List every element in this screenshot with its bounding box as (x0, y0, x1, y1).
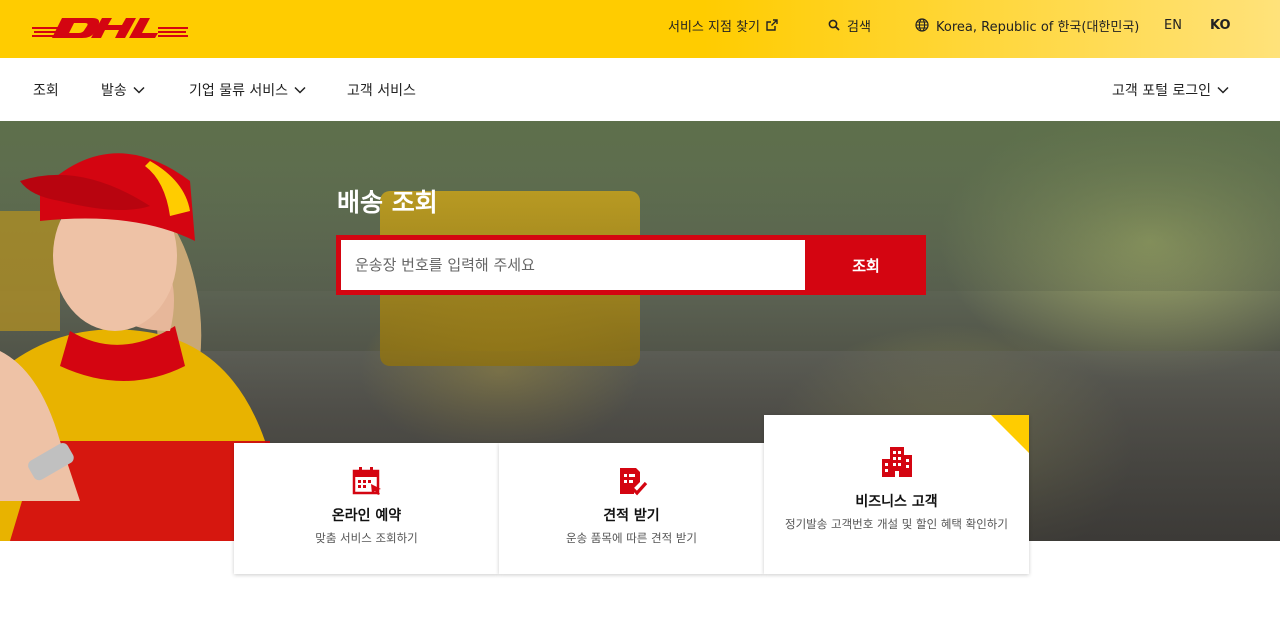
top-bar: 서비스 지점 찾기 검색 Korea, Republic of 한국(대한민국)… (0, 0, 1280, 58)
tracking-number-input[interactable] (341, 240, 805, 290)
globe-icon (915, 18, 929, 32)
nav-item-label: 조회 (33, 82, 59, 99)
card-subtitle: 운송 품목에 따른 견적 받기 (565, 531, 697, 545)
nav-item-ship[interactable]: 발송 (101, 58, 145, 121)
search-link[interactable]: 검색 (828, 0, 871, 50)
chevron-down-icon (1217, 86, 1229, 94)
lang-en-link[interactable]: EN (1164, 0, 1182, 50)
region-label: Korea, Republic of 한국(대한민국) (936, 19, 1140, 35)
card-subtitle: 정기발송 고객번호 개설 및 할인 혜택 확인하기 (785, 517, 1008, 531)
external-link-icon (766, 19, 778, 31)
nav-item-label: 기업 물류 서비스 (189, 82, 289, 99)
region-selector[interactable]: Korea, Republic of 한국(대한민국) (915, 0, 1139, 50)
calendar-icon (352, 467, 381, 495)
chevron-down-icon (133, 86, 145, 94)
card-business-customer[interactable]: 비즈니스 고객 정기발송 고객번호 개설 및 할인 혜택 확인하기 (764, 415, 1029, 574)
store-finder-link[interactable]: 서비스 지점 찾기 (668, 0, 778, 50)
nav-item-label: 고객 서비스 (347, 82, 416, 99)
card-highlight-corner (991, 415, 1029, 453)
portal-label: 고객 포털 로그인 (1112, 82, 1212, 99)
tracking-search-form: 조회 (336, 235, 926, 295)
main-nav: 조회 발송 기업 물류 서비스 고객 서비스 고객 포털 로그인 (0, 58, 1280, 121)
card-title: 견적 받기 (603, 508, 660, 524)
chevron-down-icon (294, 86, 306, 94)
nav-item-customer-service[interactable]: 고객 서비스 (347, 58, 416, 121)
lang-ko-link[interactable]: KO (1210, 0, 1231, 50)
track-button[interactable]: 조회 (811, 240, 921, 290)
card-online-booking[interactable]: 온라인 예약 맞춤 서비스 조회하기 (234, 443, 499, 574)
card-subtitle: 맞춤 서비스 조회하기 (315, 531, 418, 545)
card-title: 온라인 예약 (331, 508, 402, 524)
search-label: 검색 (847, 19, 871, 35)
customer-portal-login[interactable]: 고객 포털 로그인 (1112, 58, 1229, 121)
card-title: 비즈니스 고객 (855, 494, 938, 510)
nav-item-logistics[interactable]: 기업 물류 서비스 (189, 58, 306, 121)
store-finder-label: 서비스 지점 찾기 (668, 19, 760, 35)
dhl-logo[interactable] (32, 14, 188, 40)
nav-item-label: 발송 (101, 82, 127, 99)
nav-item-track[interactable]: 조회 (33, 58, 59, 121)
card-get-quote[interactable]: 견적 받기 운송 품목에 따른 견적 받기 (499, 443, 764, 574)
hero-title: 배송 조회 (337, 188, 438, 217)
building-icon (881, 447, 912, 477)
quote-document-icon (619, 468, 647, 496)
search-icon (828, 19, 840, 31)
